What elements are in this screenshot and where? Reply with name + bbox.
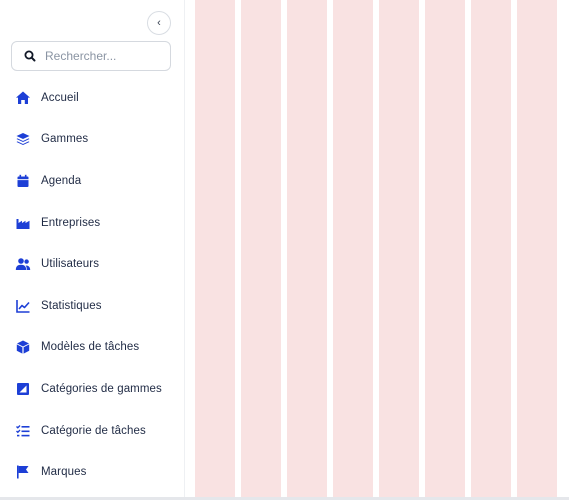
- sidebar-item-label: Accueil: [41, 91, 79, 104]
- checklist-icon: [15, 423, 31, 439]
- flag-icon: [15, 464, 31, 480]
- sidebar-item-statistiques[interactable]: Statistiques: [0, 285, 185, 327]
- search-icon: [23, 49, 37, 63]
- sidebar-item-agenda[interactable]: Agenda: [0, 160, 185, 202]
- day-column: [333, 0, 373, 497]
- day-column: [517, 0, 557, 497]
- sidebar-item-categories-de-gammes[interactable]: Catégories de gammes: [0, 368, 185, 410]
- chart-line-icon: [15, 298, 31, 314]
- day-column: [379, 0, 419, 497]
- sidebar-item-label: Utilisateurs: [41, 258, 100, 271]
- sidebar-item-label: Marques: [41, 466, 87, 479]
- sidebar-item-label: Modèles de tâches: [41, 341, 140, 354]
- day-column: [241, 0, 281, 497]
- chevron-left-icon: ‹: [157, 17, 161, 29]
- sidebar-item-utilisateurs[interactable]: Utilisateurs: [0, 243, 185, 285]
- users-icon: [15, 256, 31, 272]
- sidebar-item-label: Agenda: [41, 174, 82, 187]
- sidebar-item-accueil[interactable]: Accueil: [0, 77, 185, 119]
- cube-icon: [15, 339, 31, 355]
- day-column: [471, 0, 511, 497]
- layers-icon: [15, 131, 31, 147]
- sidebar-item-label: Gammes: [41, 133, 89, 146]
- sidebar-item-categorie-de-taches[interactable]: Catégorie de tâches: [0, 410, 185, 452]
- day-column: [425, 0, 465, 497]
- day-column: [195, 0, 235, 497]
- sidebar-nav: Accueil Gammes Agenda Entreprises Utilis…: [0, 77, 185, 493]
- calendar-columns-area: [185, 0, 569, 500]
- sidebar-item-gammes[interactable]: Gammes: [0, 119, 185, 161]
- category-icon: [15, 381, 31, 397]
- sidebar-item-label: Catégories de gammes: [41, 382, 162, 395]
- day-column: [287, 0, 327, 497]
- sidebar-item-entreprises[interactable]: Entreprises: [0, 202, 185, 244]
- search-input[interactable]: [45, 49, 165, 63]
- sidebar-item-label: Entreprises: [41, 216, 101, 229]
- collapse-sidebar-button[interactable]: ‹: [147, 11, 171, 35]
- calendar-icon: [15, 173, 31, 189]
- factory-icon: [15, 215, 31, 231]
- sidebar-item-label: Statistiques: [41, 299, 102, 312]
- sidebar-item-marques[interactable]: Marques: [0, 451, 185, 493]
- sidebar-item-label: Catégorie de tâches: [41, 424, 146, 437]
- home-icon: [15, 90, 31, 106]
- sidebar-item-modeles-de-taches[interactable]: Modèles de tâches: [0, 327, 185, 369]
- sidebar: ‹ Accueil Gammes: [0, 0, 185, 500]
- search-box: [11, 41, 171, 71]
